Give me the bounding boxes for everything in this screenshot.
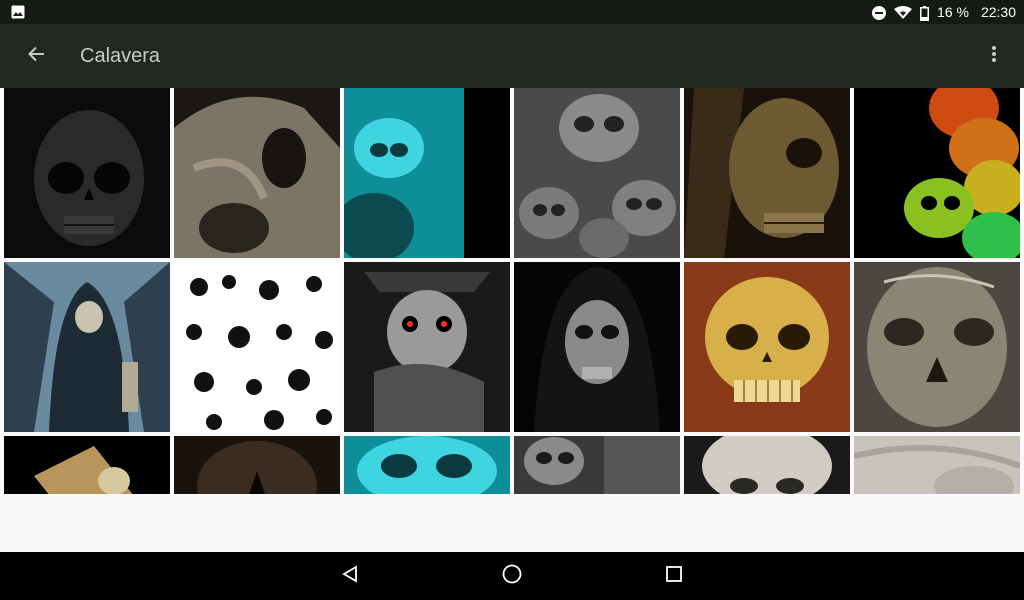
navigation-bar [0,552,1024,600]
wallpaper-grid [0,88,1024,494]
wallpaper-thumbnail-rainbow-skulls[interactable] [854,88,1020,258]
wallpaper-thumbnail-cyan-skull[interactable] [344,88,510,258]
wallpaper-thumbnail-white-skull[interactable] [684,436,850,494]
wifi-icon [894,0,913,24]
clock: 22:30 [980,4,1016,20]
status-bar: 16 % 22:30 [0,0,1024,24]
wallpaper-thumbnail-dark-face[interactable] [174,436,340,494]
wallpaper-thumbnail-golden-skull[interactable] [684,262,850,432]
battery-percentage: 16 % [937,4,969,20]
wallpaper-thumbnail-brown-skull[interactable] [684,88,850,258]
arrow-back-icon [27,45,45,68]
wallpaper-thumbnail-dark-skull[interactable] [4,88,170,258]
wallpaper-thumbnail-sketched-skull[interactable] [854,262,1020,432]
more-vert-icon [991,45,997,68]
wallpaper-thumbnail-bone-skull[interactable] [174,88,340,258]
wallpaper-thumbnail-red-eyed-skull[interactable] [344,262,510,432]
more-options-button[interactable] [974,36,1014,76]
wallpaper-thumbnail-grey-partial[interactable] [514,436,680,494]
nav-recents-square-icon [666,565,682,587]
page-title: Calavera [80,45,161,67]
app-bar: Calavera [0,24,1024,88]
do-not-disturb-icon [872,0,887,24]
nav-back-button[interactable] [330,556,370,596]
nav-back-triangle-icon [341,564,359,588]
wallpaper-thumbnail-grim-reaper[interactable] [4,262,170,432]
wallpaper-thumbnail-white-bone[interactable] [854,436,1020,494]
wallpaper-thumbnail-cartoon-skulls[interactable] [174,262,340,432]
wallpaper-thumbnail-hooded-reaper[interactable] [514,262,680,432]
wallpaper-thumbnail-skull-cards[interactable] [4,436,170,494]
battery-icon [920,0,930,24]
image-icon [11,5,25,22]
nav-recents-button[interactable] [654,556,694,596]
nav-home-circle-icon [502,564,522,589]
wallpaper-thumbnail-cyan-partial[interactable] [344,436,510,494]
nav-home-button[interactable] [492,556,532,596]
wallpaper-thumbnail-grey-skulls[interactable] [514,88,680,258]
back-button[interactable] [16,36,56,76]
